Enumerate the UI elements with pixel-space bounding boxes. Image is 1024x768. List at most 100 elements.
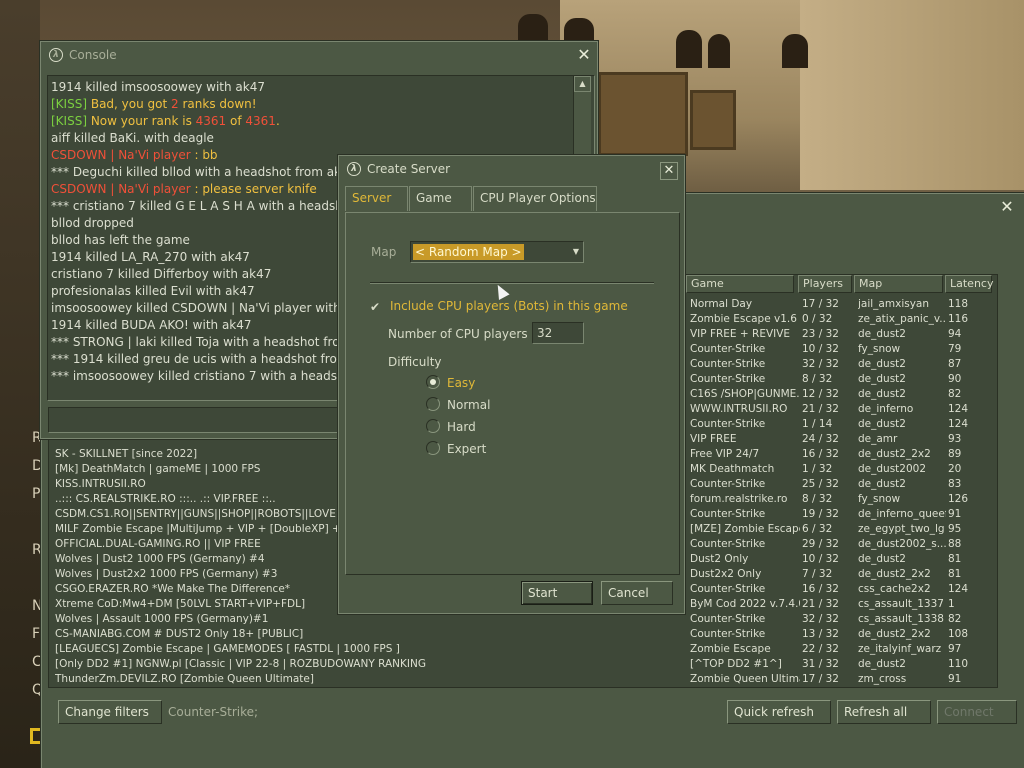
difficulty-label: Difficulty [388,355,442,369]
server-map-cell: de_dust2 [858,373,906,385]
map-select[interactable]: < Random Map > ▼ [410,241,584,263]
server-players-cell: 6 / 32 [802,523,833,535]
console-line: [KISS] Now your rank is 4361 of 4361. [51,114,280,128]
server-game-cell: [^TOP DD2 #1^] [690,658,782,670]
server-game-cell: Zombie Escape [690,643,771,655]
server-latency-cell: 95 [948,523,962,535]
difficulty-hard-label[interactable]: Hard [447,420,476,434]
divider [370,282,654,284]
connect-button[interactable]: Connect [937,700,1017,724]
server-players-cell: 16 / 32 [802,583,839,595]
server-latency-cell: 118 [948,298,969,310]
server-map-cell: cs_assault_1338 [858,613,944,625]
close-icon[interactable]: ✕ [660,162,678,180]
server-players-cell: 10 / 32 [802,553,839,565]
map-select-value: < Random Map > [413,244,524,260]
server-game-cell: Zombie Queen Ultimate [690,673,800,685]
server-latency-cell: 116 [948,313,969,325]
num-bots-field[interactable]: 32 [532,322,584,344]
cancel-button[interactable]: Cancel [601,581,673,605]
server-latency-cell: 20 [948,463,962,475]
map-label: Map [371,245,397,259]
server-latency-cell: 124 [948,418,969,430]
server-latency-cell: 124 [948,403,969,415]
console-titlebar[interactable]: λ Console [41,42,597,68]
table-row[interactable]: [Only DD2 #1] NGNW.pl [Classic | VIP 22-… [49,657,997,672]
quick-refresh-button[interactable]: Quick refresh [727,700,831,724]
include-bots-checkbox[interactable]: ✔ [368,300,382,314]
column-header-latency[interactable]: Latency [945,275,993,293]
server-players-cell: 31 / 32 [802,658,839,670]
server-game-cell: Normal Day [690,298,753,310]
server-map-cell: de_dust2 [858,388,906,400]
column-header-players[interactable]: Players [798,275,852,293]
server-players-cell: 24 / 32 [802,433,839,445]
server-players-cell: 32 / 32 [802,613,839,625]
difficulty-easy-label[interactable]: Easy [447,376,475,390]
server-players-cell: 21 / 32 [802,403,839,415]
server-game-cell: Zombie Escape v1.6 [690,313,797,325]
server-game-cell: Dust2x2 Only [690,568,762,580]
server-latency-cell: 83 [948,478,962,490]
server-latency-cell: 97 [948,643,962,655]
tab-cpu-player-options[interactable]: CPU Player Options [473,186,597,211]
table-row[interactable]: Wolves | Assault 1000 FPS (Germany)#1 Cou… [49,612,997,627]
server-game-cell: VIP FREE + REVIVE [690,328,791,340]
server-players-cell: 0 / 32 [802,313,833,325]
server-game-cell: WWW.INTRUSII.RO [690,403,788,415]
server-name-cell: Wolves | Assault 1000 FPS (Germany)#1 [55,613,269,625]
server-map-cell: de_dust2002 [858,463,927,475]
console-title: Console [69,48,117,62]
server-map-cell: de_dust2002_s... [858,538,946,550]
difficulty-radio-easy[interactable] [426,375,440,389]
close-icon[interactable]: ✕ [998,198,1016,216]
difficulty-radio-expert[interactable] [426,441,440,455]
table-row[interactable]: CS-MANIABG.COM # DUST2 Only 18+ [PUBLIC]… [49,627,997,642]
server-latency-cell: 82 [948,388,962,400]
tab-game[interactable]: Game [409,186,472,211]
server-game-cell: Counter-Strike [690,613,766,625]
server-name-cell: [Only DD2 #1] NGNW.pl [Classic | VIP 22-… [55,658,426,670]
chevron-down-icon[interactable]: ▼ [573,244,579,260]
server-players-cell: 1 / 32 [802,463,833,475]
server-game-cell: VIP FREE [690,433,737,445]
server-map-cell: de_inferno [858,403,914,415]
server-game-cell: Counter-Strike [690,538,766,550]
server-map-cell: de_dust2 [858,553,906,565]
server-latency-cell: 79 [948,343,962,355]
server-players-cell: 12 / 32 [802,388,839,400]
table-row[interactable]: [LEAGUECS] Zombie Escape | GAMEMODES [ F… [49,642,997,657]
server-game-cell: Free VIP 24/7 [690,448,760,460]
server-latency-cell: 108 [948,628,969,640]
server-name-cell: CS-MANIABG.COM # DUST2 Only 18+ [PUBLIC] [55,628,304,640]
tab-server[interactable]: Server [345,186,408,211]
refresh-all-button[interactable]: Refresh all [837,700,931,724]
column-header-game[interactable]: Game [686,275,794,293]
server-game-cell: [MZE] Zombie Escape [690,523,800,535]
server-players-cell: 17 / 32 [802,298,839,310]
difficulty-radio-hard[interactable] [426,419,440,433]
close-icon[interactable]: ✕ [575,46,593,64]
column-header-map[interactable]: Map [854,275,943,293]
scroll-up-icon[interactable]: ▲ [574,76,591,92]
num-bots-label: Number of CPU players [388,327,528,341]
server-game-cell: ByM Cod 2022 v.7.4.0 [690,598,800,610]
server-players-cell: 19 / 32 [802,508,839,520]
server-map-cell: de_dust2 [858,328,906,340]
difficulty-radio-normal[interactable] [426,397,440,411]
start-button[interactable]: Start [521,581,593,605]
console-line: aiff killed BaKi. with deagle [51,131,214,145]
server-name-cell: ThunderZm.DEVILZ.RO [Zombie Queen Ultima… [55,673,314,685]
server-latency-cell: 91 [948,508,962,520]
bg-letter: F [32,626,41,642]
create-server-titlebar[interactable]: λ Create Server [339,156,684,182]
table-row[interactable]: ThunderZm.DEVILZ.RO [Zombie Queen Ultima… [49,672,997,687]
server-latency-cell: 89 [948,448,962,460]
difficulty-expert-label[interactable]: Expert [447,442,486,456]
console-line: 1914 killed imsoosoowey with ak47 [51,80,265,94]
change-filters-button[interactable]: Change filters [58,700,162,724]
server-map-cell: de_dust2_2x2 [858,628,931,640]
server-map-cell: jail_amxisyan [858,298,930,310]
difficulty-normal-label[interactable]: Normal [447,398,490,412]
server-tab-panel: Map < Random Map > ▼ ✔ Include CPU playe… [345,212,680,575]
